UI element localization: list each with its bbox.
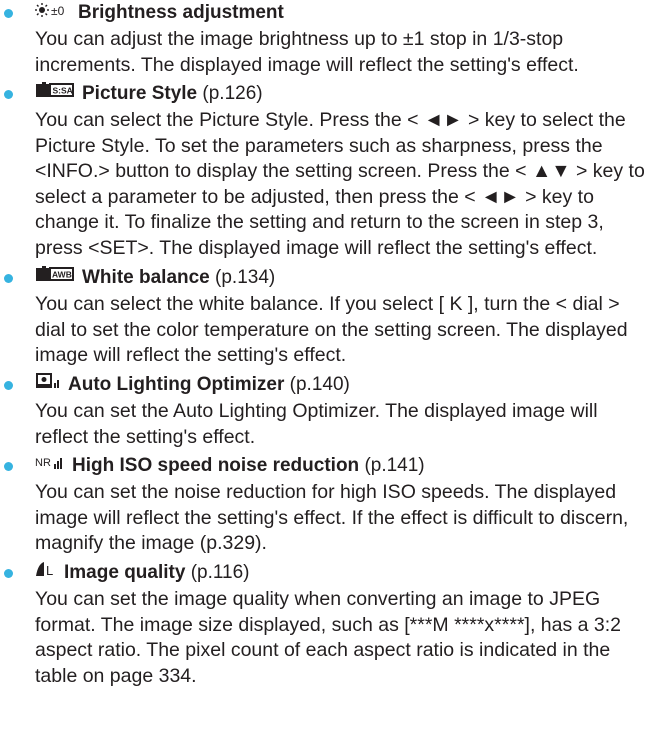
section-body: You can set the noise reduction for high… bbox=[35, 480, 671, 557]
body-line: You can set the image quality when conve… bbox=[35, 588, 601, 610]
svg-text:NR: NR bbox=[35, 457, 51, 469]
image-quality-icon: L bbox=[35, 560, 57, 586]
section-body: You can adjust the image brightness up t… bbox=[35, 27, 671, 78]
body-line: increments. The displayed image will ref… bbox=[35, 53, 579, 76]
body-line: You can select the white balance. If you… bbox=[35, 293, 620, 315]
body-line: You can adjust the image brightness up t… bbox=[35, 28, 564, 50]
section-title: High ISO speed noise reduction bbox=[72, 455, 360, 477]
body-line: You can set the noise reduction for high… bbox=[35, 481, 617, 503]
bullet bbox=[4, 569, 13, 578]
bullet bbox=[4, 9, 13, 18]
bullet bbox=[4, 90, 13, 99]
section-heading: ±0 Brightness adjustment bbox=[35, 0, 284, 26]
section-title: Image quality bbox=[64, 562, 186, 584]
page-ref: (p.134) bbox=[215, 267, 276, 289]
section-heading: L Image quality (p.116) bbox=[35, 560, 250, 586]
body-line: dial to set the color temperature on the… bbox=[35, 318, 628, 341]
body-line: format. The image size displayed, such a… bbox=[35, 613, 622, 636]
svg-text:±0: ±0 bbox=[51, 4, 65, 18]
picture-style-icon: S:SA bbox=[35, 81, 75, 107]
body-line: Picture Style. To set the parameters suc… bbox=[35, 134, 603, 157]
section-heading: Auto Lighting Optimizer (p.140) bbox=[35, 372, 350, 398]
svg-text:L: L bbox=[46, 563, 53, 578]
section-heading: NR High ISO speed noise reduction (p.141… bbox=[35, 453, 425, 479]
section-body: You can set the image quality when conve… bbox=[35, 587, 671, 689]
body-line: table on page 334. bbox=[35, 664, 197, 687]
section-body: You can select the Picture Style. Press … bbox=[35, 108, 671, 262]
body-line: aspect ratio. The pixel count of each as… bbox=[35, 639, 611, 662]
section-body: You can set the Auto Lighting Optimizer.… bbox=[35, 399, 671, 450]
white-balance-icon: AWB bbox=[35, 265, 75, 291]
body-line: press <SET>. The displayed image will re… bbox=[35, 236, 598, 259]
bullet bbox=[4, 274, 13, 283]
body-line: <INFO.> button to display the setting sc… bbox=[35, 160, 645, 183]
manual-page: ±0 Brightness adjustment You can adjust … bbox=[0, 0, 671, 731]
section-body: You can select the white balance. If you… bbox=[35, 292, 671, 369]
brightness-icon: ±0 bbox=[35, 0, 71, 26]
section-title: Auto Lighting Optimizer bbox=[68, 374, 285, 396]
section-heading: S:SA Picture Style (p.126) bbox=[35, 81, 263, 107]
body-line: reflect the setting's effect. bbox=[35, 425, 256, 448]
body-line: You can set the Auto Lighting Optimizer.… bbox=[35, 400, 598, 422]
section-heading: AWB White balance (p.134) bbox=[35, 265, 275, 291]
body-line: change it. To finalize the setting and r… bbox=[35, 211, 604, 234]
page-ref: (p.126) bbox=[202, 83, 263, 105]
section-title: Brightness adjustment bbox=[78, 2, 284, 24]
page-ref: (p.141) bbox=[364, 455, 425, 477]
body-line: image will reflect the setting's effect.… bbox=[35, 506, 629, 529]
section-title: White balance bbox=[82, 267, 210, 289]
body-line: You can select the Picture Style. Press … bbox=[35, 109, 626, 131]
body-line: image will reflect the setting's effect. bbox=[35, 344, 347, 367]
noise-reduction-icon: NR bbox=[35, 453, 65, 479]
svg-text:AWB: AWB bbox=[52, 270, 72, 280]
body-line: magnify the image (p.329). bbox=[35, 532, 267, 555]
page-ref: (p.116) bbox=[190, 562, 250, 584]
svg-text:S:SA: S:SA bbox=[53, 86, 73, 96]
auto-lighting-optimizer-icon bbox=[35, 372, 61, 398]
bullet bbox=[4, 462, 13, 471]
section-title: Picture Style bbox=[82, 83, 198, 105]
body-line: select a parameter to be adjusted, then … bbox=[35, 185, 594, 208]
bullet bbox=[4, 381, 13, 390]
page-ref: (p.140) bbox=[289, 374, 350, 396]
